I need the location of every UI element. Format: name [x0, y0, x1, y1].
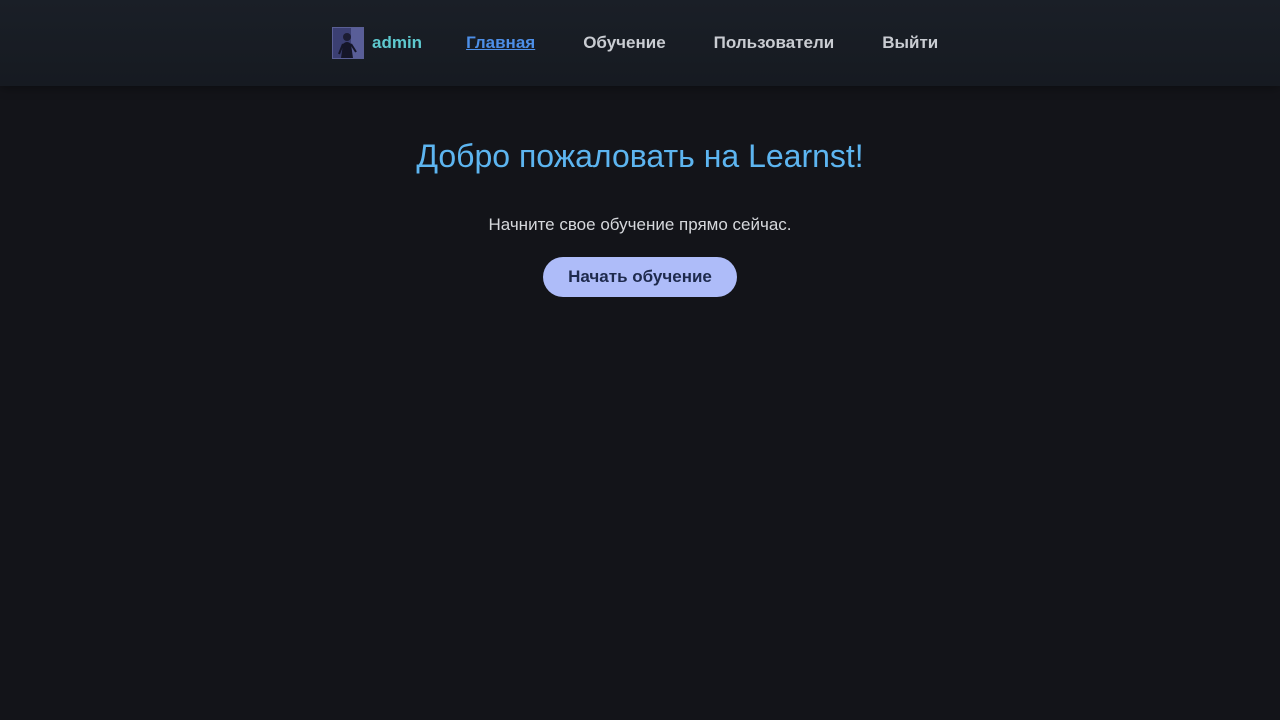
main-content: Добро пожаловать на Learnst! Начните сво…	[0, 86, 1280, 297]
nav-link-home[interactable]: Главная	[466, 33, 535, 53]
nav-link-users[interactable]: Пользователи	[714, 33, 835, 53]
nav-menu: admin Главная Обучение Пользователи Выйт…	[332, 27, 938, 59]
nav-link-logout[interactable]: Выйти	[882, 33, 938, 53]
start-learning-button[interactable]: Начать обучение	[543, 257, 737, 297]
avatar[interactable]	[332, 27, 364, 59]
page-title: Добро пожаловать на Learnst!	[416, 138, 864, 174]
page-subtitle: Начните свое обучение прямо сейчас.	[488, 215, 792, 234]
nav-link-learning[interactable]: Обучение	[583, 33, 665, 53]
user-profile[interactable]: admin	[332, 27, 422, 59]
avatar-figure-icon	[333, 28, 363, 58]
username[interactable]: admin	[372, 33, 422, 53]
top-navbar: admin Главная Обучение Пользователи Выйт…	[0, 0, 1280, 86]
